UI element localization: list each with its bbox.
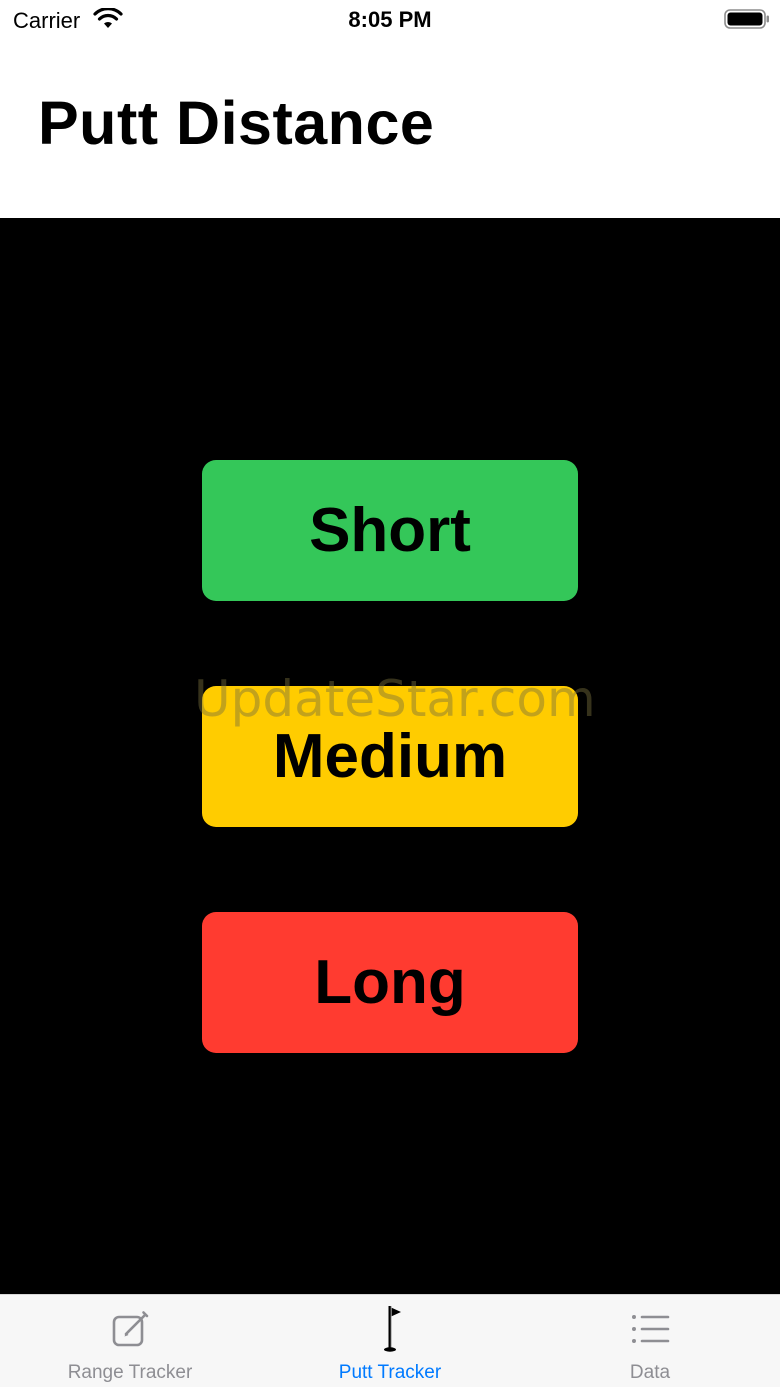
status-time: 8:05 PM xyxy=(348,7,432,32)
golf-flag-icon xyxy=(384,1306,401,1352)
tab-range-tracker[interactable]: Range Tracker xyxy=(0,1295,260,1388)
list-icon xyxy=(632,1315,670,1343)
status-bar: Carrier 8:05 PM xyxy=(0,0,780,44)
page-title: Putt Distance xyxy=(38,89,435,157)
main-content: Short Medium Long xyxy=(0,218,780,1294)
tab-bar: Range Tracker Putt Tracker Data xyxy=(0,1294,780,1387)
tab-label: Putt Tracker xyxy=(338,1362,442,1383)
battery-icon xyxy=(724,9,769,29)
short-button[interactable]: Short xyxy=(202,460,578,601)
tab-data[interactable]: Data xyxy=(520,1295,780,1388)
medium-button[interactable]: Medium xyxy=(202,686,578,827)
long-button[interactable]: Long xyxy=(202,912,578,1053)
compose-icon xyxy=(112,1311,149,1347)
tab-label: Data xyxy=(629,1362,671,1383)
tab-label: Range Tracker xyxy=(67,1362,193,1383)
tab-putt-tracker[interactable]: Putt Tracker xyxy=(260,1295,520,1388)
